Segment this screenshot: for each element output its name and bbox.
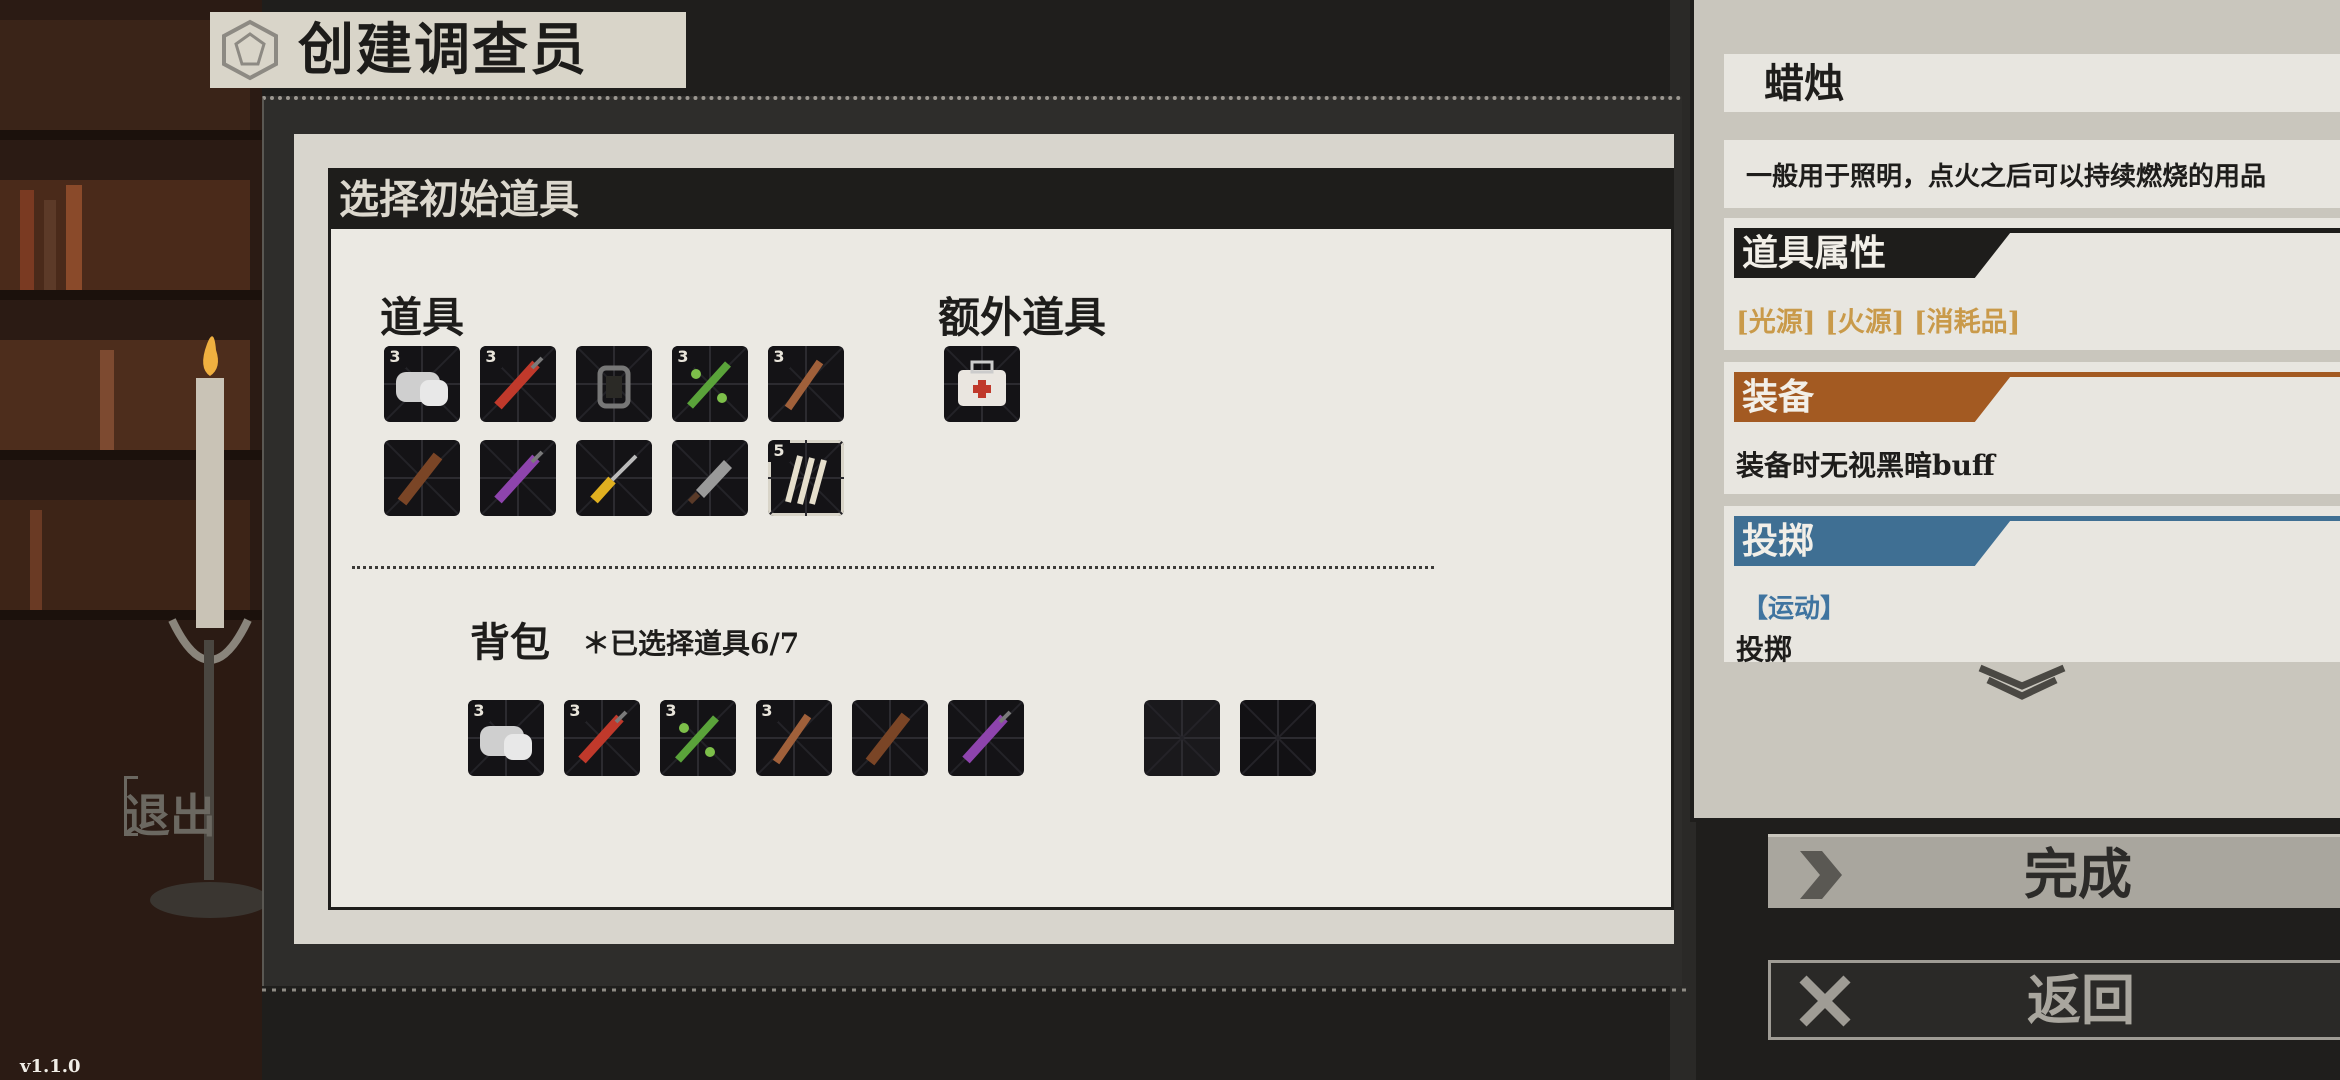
- item-slot[interactable]: 3: [768, 346, 844, 422]
- item-slot[interactable]: 3: [480, 346, 556, 422]
- backpack-slot[interactable]: 3: [756, 700, 832, 776]
- equip-header-line: [2004, 372, 2340, 377]
- slot-grid: [1240, 700, 1316, 776]
- quantity-badge: 3: [672, 346, 694, 368]
- back-button[interactable]: 返回: [1768, 960, 2340, 1040]
- equip-section: 装备 装备时无视黑暗buff: [1724, 362, 2340, 494]
- equip-title: 装备: [1742, 376, 1815, 418]
- item-description-box: 一般用于照明，点火之后可以持续燃烧的用品: [1724, 140, 2340, 208]
- version-label: v1.1.0: [20, 1056, 81, 1077]
- properties-section: 道具属性 [光源] [火源] [消耗品]: [1724, 218, 2340, 350]
- backpack-slot[interactable]: 3: [660, 700, 736, 776]
- throw-title: 投掷: [1742, 520, 1815, 562]
- properties-title: 道具属性: [1742, 232, 1887, 274]
- done-button-label: 完成: [2024, 842, 2132, 906]
- throw-section: 投掷 【运动】 投掷: [1724, 506, 2340, 666]
- item-slot[interactable]: 3: [672, 346, 748, 422]
- extra-item-slot[interactable]: [944, 346, 1020, 422]
- quantity-badge: 3: [660, 700, 682, 722]
- quantity-badge: 3: [756, 700, 778, 722]
- item-slot[interactable]: [480, 440, 556, 516]
- back-button-label: 返回: [2027, 968, 2135, 1032]
- item-slot[interactable]: [384, 440, 460, 516]
- panel-title: 选择初始道具: [339, 176, 579, 223]
- cleaver-icon: [687, 460, 732, 505]
- item-slot[interactable]: 5: [768, 440, 844, 516]
- backpack-slot[interactable]: 3: [564, 700, 640, 776]
- wooden-club-icon: [397, 452, 443, 506]
- properties-header-line: [2004, 228, 2340, 233]
- item-slot[interactable]: [576, 440, 652, 516]
- done-button[interactable]: 完成: [1768, 834, 2340, 908]
- item-selection-panel: 选择初始道具: [328, 168, 1674, 910]
- item-slot[interactable]: [672, 440, 748, 516]
- equip-effect: 装备时无视黑暗buff: [1736, 449, 1995, 482]
- quantity-badge: 3: [384, 346, 406, 368]
- item-name: 蜡烛: [1764, 60, 1844, 107]
- properties-tags: [光源] [火源] [消耗品]: [1736, 307, 2021, 338]
- items-section-label: 道具: [380, 293, 465, 342]
- throw-text: 投掷: [1736, 633, 1793, 666]
- slot-grid: [1144, 700, 1220, 776]
- quantity-badge: 3: [768, 346, 790, 368]
- purple-syringe-icon: [962, 710, 1012, 764]
- close-icon: [1799, 975, 1851, 1027]
- lantern-icon: [597, 365, 631, 409]
- empty-backpack-slot[interactable]: [1240, 700, 1316, 776]
- panel-header: 选择初始道具: [331, 171, 1671, 229]
- scroll-down-icon[interactable]: [1974, 662, 2070, 702]
- quantity-badge: 5: [768, 440, 790, 462]
- exit-button[interactable]: 退出: [124, 780, 216, 846]
- quantity-badge: 3: [468, 700, 490, 722]
- chevron-right-icon: [1800, 851, 1842, 899]
- purple-syringe-icon: [494, 450, 544, 504]
- wooden-club-icon: [865, 712, 911, 766]
- quantity-badge: 3: [480, 346, 502, 368]
- item-description: 一般用于照明，点火之后可以持续燃烧的用品: [1746, 162, 2267, 192]
- backpack-slot[interactable]: [948, 700, 1024, 776]
- selected-count: ＊已选择道具6/7: [582, 627, 800, 660]
- empty-backpack-slot[interactable]: [1144, 700, 1220, 776]
- investigator-emblem-icon: [222, 19, 278, 81]
- item-name-box: 蜡烛: [1724, 54, 2340, 112]
- page-title: 创建调查员: [298, 17, 588, 83]
- first-aid-kit-icon: [958, 360, 1006, 406]
- title-tab: 创建调查员: [210, 12, 686, 88]
- item-slot[interactable]: [576, 346, 652, 422]
- throw-skill-tag: 【运动】: [1742, 594, 1847, 624]
- backpack-slot[interactable]: [852, 700, 928, 776]
- extra-items-section-label: 额外道具: [938, 293, 1107, 342]
- backpack-label: 背包: [470, 619, 550, 666]
- screwdriver-icon: [590, 454, 638, 504]
- section-divider: [352, 566, 1434, 569]
- quantity-badge: 3: [564, 700, 586, 722]
- throw-header-line: [2004, 516, 2340, 521]
- item-slot[interactable]: 3: [384, 346, 460, 422]
- backpack-slot[interactable]: 3: [468, 700, 544, 776]
